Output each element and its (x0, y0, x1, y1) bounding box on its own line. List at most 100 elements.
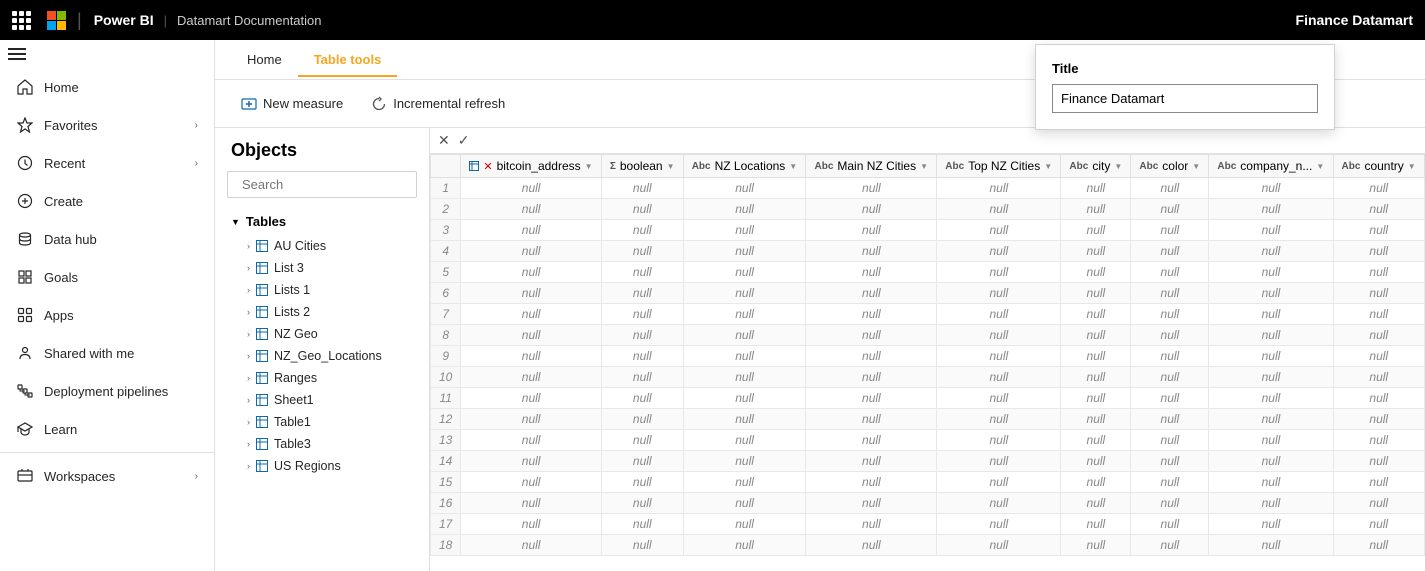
table-row: 12nullnullnullnullnullnullnullnullnull (431, 409, 1425, 430)
abc-icon-nzlocations: Abc (692, 161, 711, 172)
confirm-icon[interactable]: ✓ (458, 132, 470, 149)
chevron-right-icon: › (195, 120, 198, 131)
sidebar-item-apps[interactable]: Apps (0, 296, 214, 334)
table-item-table1[interactable]: › Table1 (223, 411, 421, 433)
dropdown-chevron-country[interactable]: ▼ (1408, 162, 1416, 171)
tables-chevron: ▼ (231, 217, 240, 227)
pipeline-icon (16, 382, 34, 400)
sidebar-item-workspaces[interactable]: Workspaces › (0, 457, 214, 495)
cell-null: null (683, 409, 806, 430)
dropdown-chevron-color[interactable]: ▼ (1192, 162, 1200, 171)
row-number: 11 (431, 388, 461, 409)
table-icon-nzgeo (256, 328, 268, 340)
cell-null: null (1061, 493, 1131, 514)
sidebar-label-datahub: Data hub (44, 232, 198, 247)
clock-icon (16, 154, 34, 172)
sidebar-label-workspaces: Workspaces (44, 469, 185, 484)
sidebar-item-goals[interactable]: Goals (0, 258, 214, 296)
col-name-city: city (1092, 159, 1110, 173)
col-header-company[interactable]: Abc company_n... ▼ (1209, 155, 1333, 178)
cell-null: null (1131, 304, 1209, 325)
row-number: 5 (431, 262, 461, 283)
table-item-nzgeo[interactable]: › NZ Geo (223, 323, 421, 345)
dropdown-chevron-mainnz[interactable]: ▼ (920, 162, 928, 171)
cell-null: null (1131, 451, 1209, 472)
title-popup-input[interactable] (1052, 84, 1318, 113)
sidebar-item-recent[interactable]: Recent › (0, 144, 214, 182)
search-input[interactable] (242, 177, 418, 192)
sidebar-item-pipelines[interactable]: Deployment pipelines (0, 372, 214, 410)
dropdown-chevron-nzlocations[interactable]: ▼ (789, 162, 797, 171)
table-row: 4nullnullnullnullnullnullnullnullnull (431, 241, 1425, 262)
tree-chevron-list3: › (247, 263, 250, 273)
cell-null: null (1131, 535, 1209, 556)
table-item-nzgeolocations[interactable]: › NZ_Geo_Locations (223, 345, 421, 367)
new-measure-label: New measure (263, 96, 343, 111)
sidebar-item-learn[interactable]: Learn (0, 410, 214, 448)
cell-null: null (683, 304, 806, 325)
new-measure-button[interactable]: New measure (231, 91, 353, 117)
waffle-icon[interactable] (12, 11, 31, 30)
cell-null: null (1061, 283, 1131, 304)
dropdown-chevron-city[interactable]: ▼ (1114, 162, 1122, 171)
cell-null: null (937, 199, 1061, 220)
sidebar-item-create[interactable]: Create (0, 182, 214, 220)
sidebar-item-favorites[interactable]: Favorites › (0, 106, 214, 144)
table-item-au-cities[interactable]: › AU Cities (223, 235, 421, 257)
table-item-lists2[interactable]: › Lists 2 (223, 301, 421, 323)
col-header-city[interactable]: Abc city ▼ (1061, 155, 1131, 178)
col-name-color: color (1162, 159, 1188, 173)
col-header-mainnzcities[interactable]: Abc Main NZ Cities ▼ (806, 155, 937, 178)
col-header-boolean[interactable]: Σ boolean ▼ (601, 155, 683, 178)
cell-null: null (1333, 283, 1424, 304)
col-header-bitcoin[interactable]: ✕ bitcoin_address ▼ (461, 155, 602, 178)
sidebar-label-apps: Apps (44, 308, 198, 323)
cell-null: null (683, 535, 806, 556)
table-item-sheet1[interactable]: › Sheet1 (223, 389, 421, 411)
col-header-color[interactable]: Abc color ▼ (1131, 155, 1209, 178)
cell-null: null (1061, 325, 1131, 346)
sidebar-item-home[interactable]: Home (0, 68, 214, 106)
col-header-country[interactable]: Abc country ▼ (1333, 155, 1424, 178)
sidebar-item-shared[interactable]: Shared with me (0, 334, 214, 372)
col-name-boolean: boolean (620, 159, 663, 173)
tab-home[interactable]: Home (231, 44, 298, 77)
tree-chevron-usregions: › (247, 461, 250, 471)
table-item-usregions[interactable]: › US Regions (223, 455, 421, 477)
dropdown-chevron-boolean[interactable]: ▼ (667, 162, 675, 171)
search-box[interactable] (227, 171, 417, 198)
data-grid-area[interactable]: ✕ ✓ ✕ bitcoin_address ▼ (430, 128, 1425, 571)
table-item-list3[interactable]: › List 3 (223, 257, 421, 279)
dropdown-chevron-topnz[interactable]: ▼ (1044, 162, 1052, 171)
col-header-topnzcities[interactable]: Abc Top NZ Cities ▼ (937, 155, 1061, 178)
tab-table-tools[interactable]: Table tools (298, 44, 398, 77)
cell-null: null (1209, 346, 1333, 367)
cell-null: null (1333, 241, 1424, 262)
cell-null: null (806, 430, 937, 451)
dropdown-chevron-company[interactable]: ▼ (1316, 162, 1324, 171)
sidebar-toggle[interactable] (0, 40, 214, 68)
cell-null: null (1131, 472, 1209, 493)
col-header-nzlocations[interactable]: Abc NZ Locations ▼ (683, 155, 806, 178)
table-item-table3[interactable]: › Table3 (223, 433, 421, 455)
dropdown-chevron-bitcoin[interactable]: ▼ (585, 162, 593, 171)
cell-null: null (806, 472, 937, 493)
cell-null: null (601, 472, 683, 493)
cell-null: null (683, 346, 806, 367)
cell-null: null (1131, 220, 1209, 241)
table-row: 7nullnullnullnullnullnullnullnullnull (431, 304, 1425, 325)
table-item-lists1[interactable]: › Lists 1 (223, 279, 421, 301)
cancel-icon[interactable]: ✕ (438, 132, 450, 149)
cell-null: null (601, 262, 683, 283)
cell-null: null (601, 367, 683, 388)
objects-title: Objects (215, 140, 429, 171)
cell-null: null (461, 451, 602, 472)
incremental-refresh-button[interactable]: Incremental refresh (361, 91, 515, 117)
sidebar-item-datahub[interactable]: Data hub (0, 220, 214, 258)
row-number: 1 (431, 178, 461, 199)
cell-null: null (1061, 409, 1131, 430)
cell-null: null (601, 388, 683, 409)
table-item-ranges[interactable]: › Ranges (223, 367, 421, 389)
cell-null: null (1061, 346, 1131, 367)
sidebar-label-recent: Recent (44, 156, 185, 171)
